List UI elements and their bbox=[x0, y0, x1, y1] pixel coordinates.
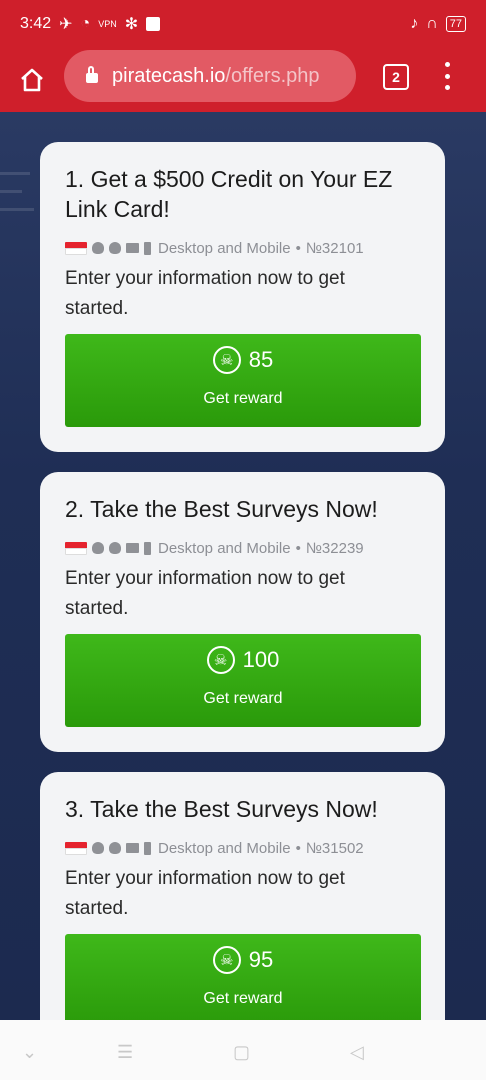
offer-description: Enter your information now to get starte… bbox=[65, 868, 345, 919]
singapore-flag-icon bbox=[65, 841, 87, 855]
offer-platforms: Desktop and Mobile bbox=[158, 839, 291, 857]
page-content[interactable]: 1. Get a $500 Credit on Your EZ Link Car… bbox=[0, 112, 486, 1020]
get-reward-button[interactable]: ☠ 85 Get reward bbox=[65, 334, 421, 427]
offer-id: №32239 bbox=[305, 539, 364, 557]
address-bar[interactable]: piratecash.io/offers.php bbox=[64, 50, 356, 102]
airplane-icon: ✈ bbox=[59, 16, 73, 33]
skull-coin-icon: ☠ bbox=[212, 946, 241, 974]
mobile-icon bbox=[144, 241, 151, 255]
android-icon bbox=[92, 542, 104, 554]
offer-id: №31502 bbox=[305, 839, 364, 857]
headphones-icon: ∩ bbox=[426, 15, 438, 32]
offer-meta: Desktop and Mobile • №32101 bbox=[65, 238, 421, 258]
get-reward-label: Get reward bbox=[203, 390, 283, 407]
get-reward-label: Get reward bbox=[203, 690, 283, 707]
singapore-flag-icon bbox=[65, 241, 87, 255]
offer-title: 1. Get a $500 Credit on Your EZ Link Car… bbox=[65, 166, 393, 222]
home-icon bbox=[21, 68, 43, 92]
nav-home-icon[interactable]: ▢ bbox=[233, 1042, 250, 1063]
vibrate-icon: ♪ bbox=[410, 15, 419, 32]
apple-icon bbox=[109, 242, 121, 254]
offer-card: 1. Get a $500 Credit on Your EZ Link Car… bbox=[40, 142, 445, 452]
system-nav-bar: ⌄ ☰ ▢ ◁ bbox=[0, 1020, 486, 1080]
tab-switcher-button[interactable]: 2 bbox=[383, 64, 409, 90]
nav-collapse-icon[interactable]: ⌄ bbox=[22, 1042, 37, 1063]
offer-title: 3. Take the Best Surveys Now! bbox=[65, 796, 378, 822]
mobile-icon bbox=[144, 841, 151, 855]
app-icon bbox=[146, 17, 161, 31]
mobile-icon bbox=[144, 541, 151, 555]
browser-toolbar: piratecash.io/offers.php 2 bbox=[0, 48, 486, 112]
status-bar: 3:42 ✈ ◔ VPN ✻ ♪ ∩ 77 bbox=[0, 0, 486, 48]
nav-menu-icon[interactable]: ☰ bbox=[117, 1042, 133, 1063]
offer-platforms: Desktop and Mobile bbox=[158, 539, 291, 557]
wifi-icon: ◔ bbox=[80, 15, 91, 32]
offer-meta: Desktop and Mobile • №31502 bbox=[65, 838, 421, 858]
offer-card: 3. Take the Best Surveys Now! Desktop an… bbox=[40, 772, 445, 1020]
offer-description: Enter your information now to get starte… bbox=[65, 268, 345, 319]
desktop-icon bbox=[126, 843, 139, 853]
offer-platforms: Desktop and Mobile bbox=[158, 239, 291, 257]
overflow-menu-icon[interactable] bbox=[440, 62, 454, 90]
reward-points: 100 bbox=[242, 647, 280, 672]
offer-card: 2. Take the Best Surveys Now! Desktop an… bbox=[40, 472, 445, 752]
reward-points: 85 bbox=[248, 347, 274, 372]
url-domain: piratecash.io bbox=[112, 64, 226, 87]
vpn-label: VPN bbox=[98, 18, 117, 29]
skull-coin-icon: ☠ bbox=[212, 346, 241, 374]
battery-indicator: 77 bbox=[445, 16, 466, 32]
desktop-icon bbox=[126, 243, 139, 253]
android-icon bbox=[92, 842, 104, 854]
android-icon bbox=[92, 242, 104, 254]
desktop-icon bbox=[126, 543, 139, 553]
skull-coin-icon: ☠ bbox=[206, 646, 235, 674]
get-reward-button[interactable]: ☠ 95 Get reward bbox=[65, 934, 421, 1020]
apple-icon bbox=[109, 842, 121, 854]
url-path: /offers.php bbox=[225, 64, 320, 87]
get-reward-button[interactable]: ☠ 100 Get reward bbox=[65, 634, 421, 727]
offer-id: №32101 bbox=[305, 239, 364, 257]
offer-title: 2. Take the Best Surveys Now! bbox=[65, 496, 378, 522]
get-reward-label: Get reward bbox=[203, 990, 283, 1007]
lock-icon bbox=[86, 66, 98, 83]
status-time: 3:42 bbox=[20, 15, 52, 32]
home-button[interactable] bbox=[14, 62, 50, 98]
reward-points: 95 bbox=[248, 947, 274, 972]
app-notification-icon: ✻ bbox=[124, 16, 139, 33]
apple-icon bbox=[109, 542, 121, 554]
offer-meta: Desktop and Mobile • №32239 bbox=[65, 538, 421, 558]
nav-back-icon[interactable]: ◁ bbox=[350, 1042, 364, 1063]
offer-description: Enter your information now to get starte… bbox=[65, 568, 345, 619]
singapore-flag-icon bbox=[65, 541, 87, 555]
